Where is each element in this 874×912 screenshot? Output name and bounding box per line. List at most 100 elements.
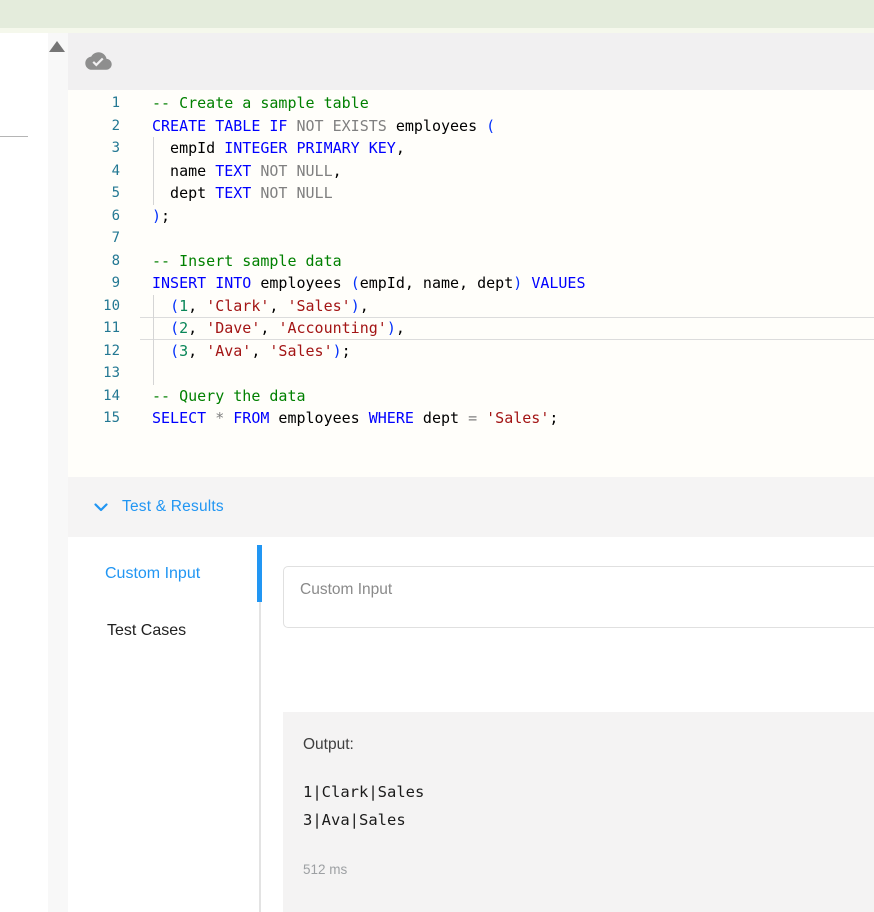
code-token <box>152 342 170 360</box>
code-line[interactable]: -- Create a sample table <box>140 92 874 115</box>
line-number: 4 <box>68 160 120 183</box>
line-number: 11 <box>68 317 120 340</box>
code-token: WHERE <box>369 409 414 427</box>
code-token: ; <box>161 207 170 225</box>
line-number: 2 <box>68 115 120 138</box>
code-token: , <box>188 342 206 360</box>
code-token <box>152 297 170 315</box>
line-number: 3 <box>68 137 120 160</box>
code-token: ; <box>342 342 351 360</box>
custom-input-field[interactable] <box>283 566 874 628</box>
code-token: 2 <box>179 319 188 337</box>
code-token: NOT NULL <box>260 184 332 202</box>
code-token: name <box>152 162 215 180</box>
code-token: 3 <box>179 342 188 360</box>
code-token <box>152 319 170 337</box>
editor-toolbar <box>68 33 874 90</box>
line-number: 15 <box>68 407 120 430</box>
output-panel: Output: 1|Clark|Sales 3|Ava|Sales 512 ms <box>283 712 874 912</box>
line-number: 7 <box>68 227 120 250</box>
code-token <box>287 117 296 135</box>
code-token: ; <box>549 409 558 427</box>
code-token: , <box>333 162 342 180</box>
test-results-header[interactable]: Test & Results <box>68 477 874 537</box>
code-line[interactable]: -- Insert sample data <box>140 250 874 273</box>
output-line: 3|Ava|Sales <box>303 806 864 834</box>
code-token: NOT EXISTS <box>297 117 387 135</box>
code-token: SELECT <box>152 409 206 427</box>
code-token: , <box>251 342 269 360</box>
code-token: , <box>188 319 206 337</box>
code-line[interactable]: CREATE TABLE IF NOT EXISTS employees ( <box>140 115 874 138</box>
code-line[interactable]: INSERT INTO employees (empId, name, dept… <box>140 272 874 295</box>
code-token: ) <box>333 342 342 360</box>
test-results-label: Test & Results <box>122 498 224 516</box>
code-token: INSERT INTO <box>152 274 251 292</box>
line-number: 1 <box>68 92 120 115</box>
code-token: ) <box>387 319 396 337</box>
code-token: -- Query the data <box>152 387 306 405</box>
code-line[interactable]: SELECT * FROM employees WHERE dept = 'Sa… <box>140 407 874 430</box>
code-token: VALUES <box>531 274 585 292</box>
tab-test-cases[interactable]: Test Cases <box>68 602 257 659</box>
cloud-done-icon <box>85 50 112 77</box>
code-token <box>206 409 215 427</box>
line-number: 14 <box>68 385 120 408</box>
code-token: -- Insert sample data <box>152 252 342 270</box>
indent-guide <box>153 137 154 205</box>
code-line[interactable]: (3, 'Ava', 'Sales'); <box>140 340 874 363</box>
code-token: employees <box>269 409 368 427</box>
code-token: 'Dave' <box>206 319 260 337</box>
line-numbers: 123456789101112131415 <box>68 92 120 430</box>
output-lines: 1|Clark|Sales 3|Ava|Sales <box>303 778 864 834</box>
code-token: 'Accounting' <box>278 319 386 337</box>
output-line: 1|Clark|Sales <box>303 778 864 806</box>
code-token: ( <box>170 297 179 315</box>
code-token: ( <box>170 319 179 337</box>
code-line[interactable]: -- Query the data <box>140 385 874 408</box>
line-number: 9 <box>68 272 120 295</box>
code-token: empId <box>152 139 224 157</box>
code-token: , <box>396 319 405 337</box>
code-token: ( <box>351 274 360 292</box>
code-editor[interactable]: 123456789101112131415 -- Create a sample… <box>68 90 874 477</box>
indent-guide <box>153 295 154 385</box>
left-rail <box>48 33 68 912</box>
code-token: CREATE TABLE IF <box>152 117 287 135</box>
line-number: 10 <box>68 295 120 318</box>
code-line[interactable]: (2, 'Dave', 'Accounting'), <box>140 317 874 340</box>
code-token: , <box>269 297 287 315</box>
code-token: employees <box>387 117 486 135</box>
code-token: ) <box>152 207 161 225</box>
code-token: 'Sales' <box>486 409 549 427</box>
code-line[interactable]: empId INTEGER PRIMARY KEY, <box>140 137 874 160</box>
code-lines[interactable]: -- Create a sample tableCREATE TABLE IF … <box>140 92 874 430</box>
test-results-panel: Custom Input Test Cases Output: 1|Clark|… <box>68 537 874 912</box>
code-line[interactable] <box>140 362 874 385</box>
code-token: , <box>188 297 206 315</box>
chevron-down-icon[interactable] <box>94 503 108 512</box>
code-token: ) <box>513 274 522 292</box>
code-token: 'Clark' <box>206 297 269 315</box>
code-token: FROM <box>233 409 269 427</box>
code-line[interactable] <box>140 227 874 250</box>
code-line[interactable]: name TEXT NOT NULL, <box>140 160 874 183</box>
code-token: 'Ava' <box>206 342 251 360</box>
triangle-up-icon[interactable] <box>49 41 65 52</box>
code-token <box>522 274 531 292</box>
code-token: empId, name, dept <box>360 274 514 292</box>
code-token: 'Sales' <box>269 342 332 360</box>
code-token: * <box>215 409 224 427</box>
code-token: ) <box>351 297 360 315</box>
code-line[interactable]: (1, 'Clark', 'Sales'), <box>140 295 874 318</box>
tab-custom-input[interactable]: Custom Input <box>68 545 257 602</box>
code-line[interactable]: ); <box>140 205 874 228</box>
code-token <box>477 409 486 427</box>
code-token: INTEGER PRIMARY KEY <box>224 139 396 157</box>
code-token: = <box>468 409 477 427</box>
code-token: TEXT <box>215 184 251 202</box>
code-token: 1 <box>179 297 188 315</box>
code-token: TEXT <box>215 162 251 180</box>
code-line[interactable]: dept TEXT NOT NULL <box>140 182 874 205</box>
tab-content: Output: 1|Clark|Sales 3|Ava|Sales 512 ms <box>283 537 874 912</box>
